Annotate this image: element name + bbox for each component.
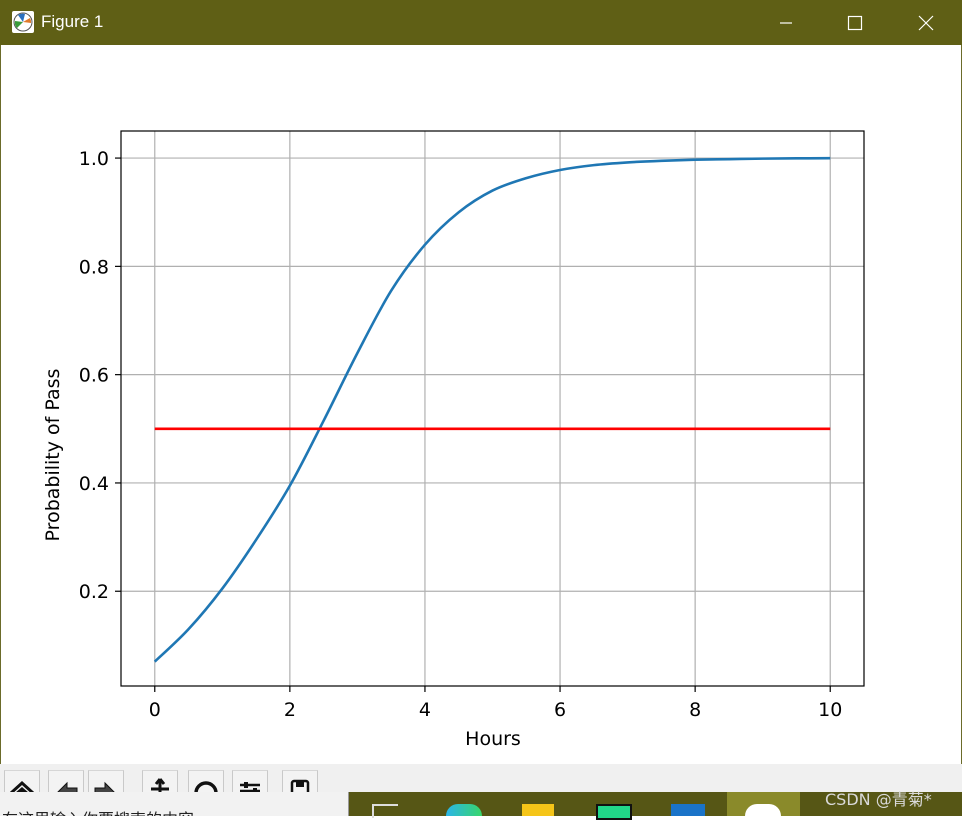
os-taskbar: 在这里输入你要搜索的内容 [0, 792, 962, 820]
zoom-icon [194, 781, 218, 793]
minimize-button[interactable] [752, 0, 820, 45]
maximize-button[interactable] [821, 0, 889, 45]
home-icon [9, 780, 35, 793]
window-title: Figure 1 [41, 12, 104, 31]
matplotlib-figure-icon [12, 11, 34, 33]
zoom-button[interactable] [188, 770, 224, 793]
window-title-bar: Figure 1 [0, 0, 962, 45]
navigation-toolbar [0, 764, 962, 793]
forward-icon [94, 781, 116, 793]
x-tick-label: 6 [554, 699, 566, 721]
taskbar-search-box[interactable]: 在这里输入你要搜索的内容 [0, 792, 349, 816]
matplotlib-taskbar-icon [745, 804, 781, 816]
pycharm-icon[interactable] [596, 804, 632, 820]
x-tick-label: 0 [149, 699, 161, 721]
x-tick-label: 8 [689, 699, 701, 721]
edge-browser-icon[interactable] [446, 804, 482, 816]
pan-icon [151, 778, 169, 793]
minimize-icon [780, 21, 792, 24]
x-tick-label: 4 [419, 699, 431, 721]
save-button[interactable] [282, 770, 318, 793]
home-button[interactable] [4, 770, 40, 793]
subplots-icon [240, 782, 260, 793]
x-tick-label: 10 [818, 699, 842, 721]
watermark-text: CSDN @青菊* [825, 790, 932, 809]
x-axis-label: Hours [465, 728, 521, 750]
pan-button[interactable] [142, 770, 178, 793]
figure-canvas[interactable]: 0 2 4 6 8 10 0.2 0.4 0.6 0.8 1.0 Hours Probability… [0, 45, 962, 764]
axes-frame [120, 130, 865, 687]
close-button[interactable] [892, 0, 960, 45]
back-button[interactable] [48, 770, 84, 793]
y-tick-label: 0.8 [79, 256, 109, 278]
plot-series [153, 156, 831, 663]
y-tick-label: 0.4 [79, 473, 109, 495]
app-icon[interactable] [671, 804, 705, 816]
sigmoid-curve-line [153, 156, 831, 663]
subplots-button[interactable] [232, 770, 268, 793]
y-tick-label: 0.6 [79, 365, 109, 387]
taskbar-search-text: 在这里输入你要搜索的内容 [2, 806, 194, 816]
save-icon [290, 779, 310, 793]
taskbar-active-matplotlib[interactable] [727, 792, 800, 816]
forward-button[interactable] [88, 770, 124, 793]
file-explorer-icon[interactable] [522, 804, 554, 816]
close-icon [918, 15, 934, 30]
x-tick-label: 2 [284, 699, 296, 721]
maximize-icon [847, 15, 863, 30]
grid-lines [121, 131, 864, 686]
back-icon [56, 781, 78, 793]
y-axis-label: Probability of Pass [42, 369, 64, 542]
y-tick-label: 0.2 [79, 581, 109, 603]
y-tick-label: 1.0 [79, 148, 109, 170]
axis-ticks: 0 2 4 6 8 10 0.2 0.4 0.6 0.8 1.0 [79, 148, 843, 721]
